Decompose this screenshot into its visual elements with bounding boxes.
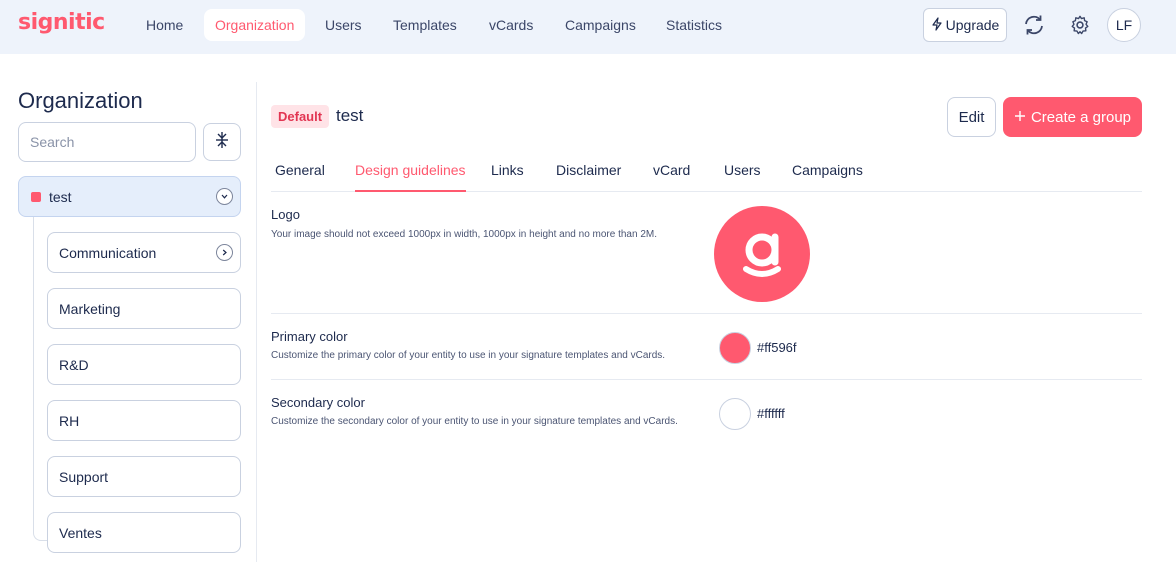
- nav-home[interactable]: Home: [135, 9, 194, 41]
- section-divider: [271, 313, 1142, 314]
- gear-icon[interactable]: [1067, 12, 1093, 38]
- signitic-g-icon: [743, 233, 781, 277]
- tab-general[interactable]: General: [275, 158, 325, 192]
- chevron-down-icon[interactable]: [216, 188, 233, 205]
- primary-color-value: #ff596f: [757, 340, 797, 355]
- signitic-logo[interactable]: signitic: [18, 10, 105, 35]
- nav-organization[interactable]: Organization: [204, 9, 306, 41]
- tree-item-root[interactable]: test: [18, 176, 241, 217]
- primary-color-title: Primary color: [271, 329, 348, 344]
- tree-item-label: Communication: [59, 245, 157, 261]
- plus-icon: [1014, 109, 1026, 126]
- tab-links[interactable]: Links: [491, 158, 524, 192]
- edit-button[interactable]: Edit: [947, 97, 996, 137]
- upgrade-button[interactable]: Upgrade: [923, 8, 1007, 42]
- nav-templates[interactable]: Templates: [382, 9, 468, 41]
- default-badge: Default: [271, 105, 330, 128]
- tree-item-communication[interactable]: Communication: [47, 232, 241, 273]
- user-avatar[interactable]: LF: [1107, 8, 1141, 42]
- nav-statistics[interactable]: Statistics: [655, 9, 733, 41]
- bolt-icon: [931, 16, 943, 34]
- primary-color-description: Customize the primary color of your enti…: [271, 350, 666, 361]
- logo-section-description: Your image should not exceed 1000px in w…: [271, 229, 658, 240]
- collapse-all-button[interactable]: [203, 123, 241, 161]
- tab-campaigns[interactable]: Campaigns: [792, 158, 863, 192]
- upgrade-label: Upgrade: [945, 17, 1000, 33]
- collapse-icon: [214, 131, 230, 154]
- tree-item-label: test: [49, 189, 72, 205]
- tab-bar: General Design guidelines Links Disclaim…: [271, 158, 1142, 192]
- entity-title: test: [336, 106, 364, 125]
- tree-item-marketing[interactable]: Marketing: [47, 288, 241, 329]
- tree-connector: [33, 217, 34, 527]
- sidebar-title: Organization: [18, 88, 143, 113]
- section-divider: [271, 379, 1142, 380]
- search-input[interactable]: [18, 122, 196, 162]
- tab-disclaimer[interactable]: Disclaimer: [556, 158, 621, 192]
- tree-item-label: R&D: [59, 357, 89, 373]
- tree-item-label: Marketing: [59, 301, 121, 317]
- panel-divider: [256, 82, 257, 562]
- create-group-label: Create a group: [1030, 108, 1132, 126]
- tree-item-label: RH: [59, 413, 80, 429]
- secondary-color-title: Secondary color: [271, 395, 365, 410]
- secondary-color-description: Customize the secondary color of your en…: [271, 416, 678, 427]
- secondary-color-value: #ffffff: [757, 406, 785, 421]
- logo-section-title: Logo: [271, 207, 300, 222]
- tree-item-support[interactable]: Support: [47, 456, 241, 497]
- secondary-color-swatch[interactable]: [719, 398, 751, 430]
- sync-icon[interactable]: [1021, 12, 1047, 38]
- tree-connector-end: [33, 527, 47, 541]
- nav-vcards[interactable]: vCards: [478, 9, 544, 41]
- entity-logo-image[interactable]: [714, 206, 810, 302]
- chevron-right-icon[interactable]: [216, 244, 233, 261]
- tree-item-label: Ventes: [59, 525, 102, 541]
- create-group-button[interactable]: Create a group: [1003, 97, 1142, 137]
- entity-color-square: [31, 192, 41, 202]
- primary-color-swatch[interactable]: [719, 332, 751, 364]
- nav-campaigns[interactable]: Campaigns: [554, 9, 647, 41]
- nav-users[interactable]: Users: [314, 9, 373, 41]
- tree-item-ventes[interactable]: Ventes: [47, 512, 241, 553]
- tree-item-label: Support: [59, 469, 109, 485]
- tree-item-rh[interactable]: RH: [47, 400, 241, 441]
- tree-item-rd[interactable]: R&D: [47, 344, 241, 385]
- tab-design-guidelines[interactable]: Design guidelines: [355, 158, 466, 192]
- top-bar: signitic Home Organization Users Templat…: [0, 0, 1176, 54]
- tab-vcard[interactable]: vCard: [653, 158, 690, 192]
- tab-users[interactable]: Users: [724, 158, 761, 192]
